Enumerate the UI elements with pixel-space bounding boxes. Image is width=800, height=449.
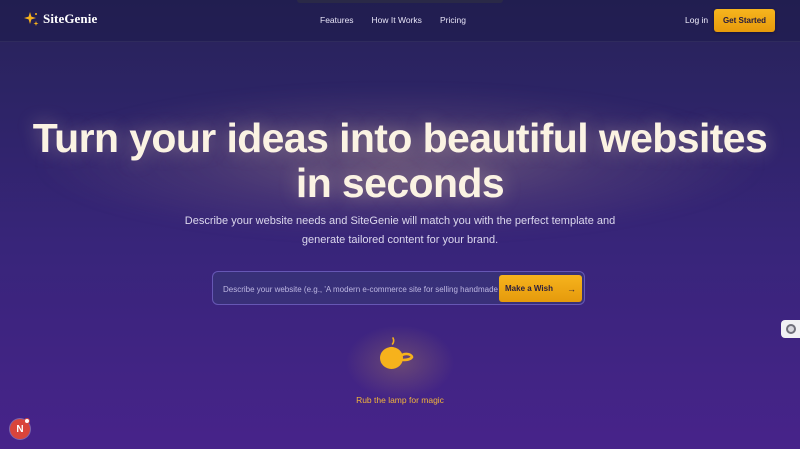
brand-logo[interactable]: SiteGenie [23, 11, 97, 27]
make-a-wish-button[interactable]: Make a Wish → [499, 275, 582, 302]
magic-lamp-icon[interactable] [376, 335, 416, 375]
nav-link-features[interactable]: Features [320, 15, 354, 25]
arrow-right-icon: → [566, 283, 576, 294]
login-link[interactable]: Log in [685, 15, 708, 25]
lamp-caption: Rub the lamp for magic [356, 395, 444, 405]
get-started-button[interactable]: Get Started [714, 9, 775, 32]
make-a-wish-label: Make a Wish [505, 284, 553, 293]
wish-search-bar: Make a Wish → [212, 271, 585, 305]
hero-subtitle: Describe your website needs and SiteGeni… [184, 215, 616, 246]
notification-dot [24, 418, 30, 424]
circle-icon [785, 324, 796, 334]
nav-link-pricing[interactable]: Pricing [440, 15, 466, 25]
side-widget-button[interactable] [781, 320, 800, 338]
navbar: SiteGenie Features How It Works Pricing … [0, 0, 800, 42]
nav-link-how-it-works[interactable]: How It Works [372, 15, 422, 25]
hero-title: Turn your ideas into beautiful websites … [32, 115, 768, 206]
brand-name: SiteGenie [43, 11, 98, 26]
sparkle-icon [23, 11, 39, 27]
website-description-input[interactable] [223, 280, 503, 298]
nav-links: Features How It Works Pricing [320, 15, 466, 25]
